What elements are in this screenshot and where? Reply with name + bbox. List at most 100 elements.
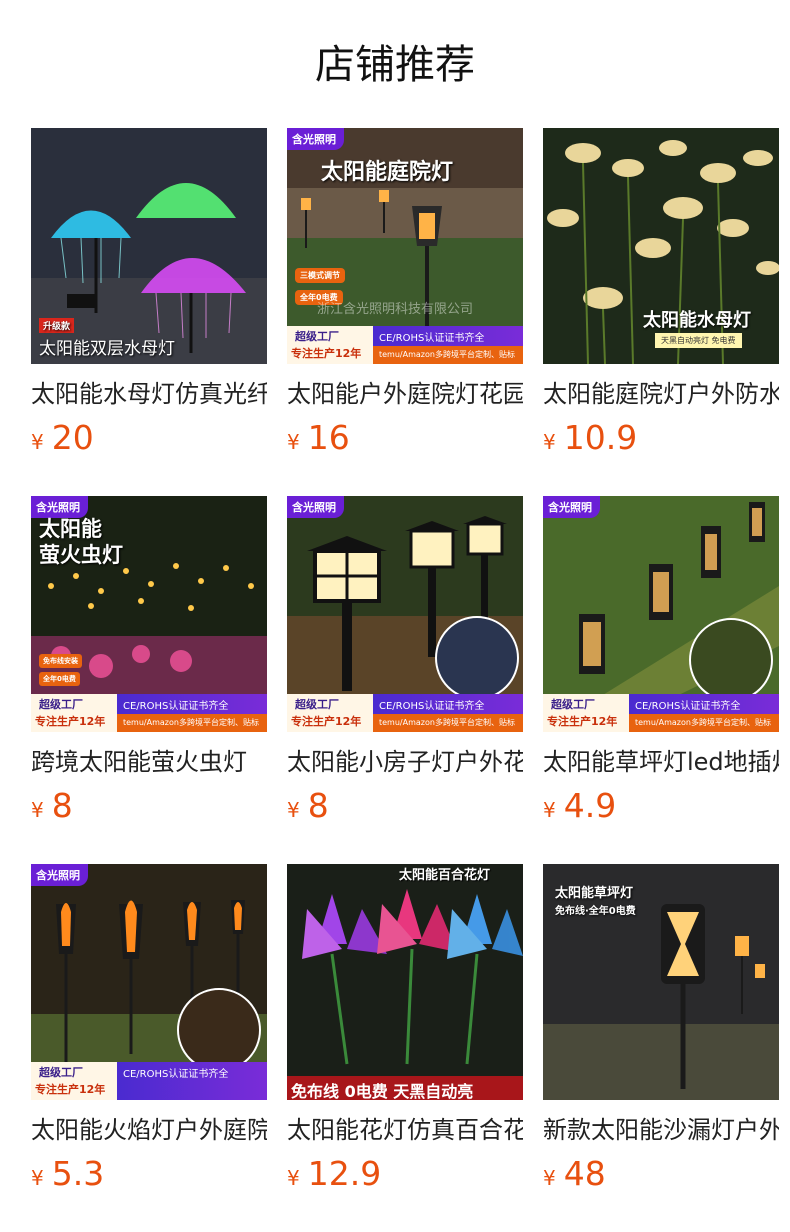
product-card[interactable]: 含光照明 太阳能 萤火虫灯 免布线安装 全年0电费 超级工厂专注生产12年 CE… [31,496,267,826]
product-card[interactable]: 太阳能百合花灯 免布线 0电费 天黑自动亮 太阳能花灯仿真百合花灯 ¥12.9 [287,864,523,1194]
detail-inset [689,618,773,702]
product-price: ¥5.3 [31,1154,267,1194]
platform-text: temu/Amazon多跨境平台定制、贴标 [629,714,779,732]
factory-years: 专注生产12年 [35,1083,106,1096]
brand-tag: 含光照明 [31,864,88,886]
brand-tag: 含光照明 [543,496,600,518]
factory-banner: 超级工厂专注生产12年 CE/ROHS认证证书齐全 [31,1062,267,1100]
lily-lamp-illustration [287,864,523,1100]
platform-text: temu/Amazon多跨境平台定制、贴标 [373,346,523,364]
product-name[interactable]: 太阳能草坪灯led地插灯 [543,746,779,778]
product-card[interactable]: 含光照明 超级工厂专注生产12年 CE/ROHS认证证书齐全 太阳能火焰灯户外庭… [31,864,267,1194]
feature-chip: 三模式调节 [295,268,345,283]
product-price: ¥48 [543,1154,779,1194]
product-image[interactable]: 太阳能百合花灯 免布线 0电费 天黑自动亮 [287,864,523,1100]
product-image[interactable]: 含光照明 超级工厂专注生产12年 CE/ROHS认证证书齐全 temu/Amazo… [287,496,523,732]
product-image[interactable]: 太阳能水母灯 天黑自动亮灯 免电费 [543,128,779,364]
product-name[interactable]: 太阳能庭院灯户外防水 [543,378,779,410]
product-price: ¥20 [31,418,267,458]
product-price: ¥4.9 [543,786,779,826]
product-name[interactable]: 新款太阳能沙漏灯户外花 [543,1114,779,1146]
price-value: 8 [51,786,73,825]
product-price: ¥10.9 [543,418,779,458]
price-value: 4.9 [563,786,617,825]
currency-symbol: ¥ [31,1166,44,1190]
price-value: 8 [307,786,329,825]
detail-inset [177,988,261,1072]
cert-text: CE/ROHS认证证书齐全 [123,1069,229,1080]
platform-text: temu/Amazon多跨境平台定制、贴标 [373,714,523,732]
brand-tag: 含光照明 [287,128,344,150]
product-card[interactable]: 含光照明 太阳能庭院灯 三模式调节 全年0电费 浙江含光照明科技有限公司 超级工… [287,128,523,458]
product-image[interactable]: 含光照明 太阳能庭院灯 三模式调节 全年0电费 浙江含光照明科技有限公司 超级工… [287,128,523,364]
product-badge: 升级款 [39,318,75,333]
factory-label: 超级工厂 [295,330,339,343]
currency-symbol: ¥ [287,1166,300,1190]
factory-label: 超级工厂 [39,1066,83,1079]
factory-years: 专注生产12年 [291,347,362,360]
detail-inset [435,616,519,700]
cert-text: CE/ROHS认证证书齐全 [123,701,229,712]
product-name[interactable]: 太阳能水母灯仿真光纤 [31,378,267,410]
cert-text: CE/ROHS认证证书齐全 [379,701,485,712]
image-caption: 太阳能百合花灯 [399,868,491,883]
factory-years: 专注生产12年 [35,715,106,728]
product-card[interactable]: 升级款 太阳能双层水母灯 太阳能水母灯仿真光纤 ¥20 [31,128,267,458]
currency-symbol: ¥ [31,430,44,454]
product-name[interactable]: 太阳能户外庭院灯花园 [287,378,523,410]
product-image[interactable]: 含光照明 超级工厂专注生产12年 CE/ROHS认证证书齐全 [31,864,267,1100]
factory-years: 专注生产12年 [291,715,362,728]
image-subtitle: 免布线·全年0电费 [555,906,636,917]
watermark: 浙江含光照明科技有限公司 [317,302,474,317]
product-image[interactable]: 含光照明 超级工厂专注生产12年 CE/ROHS认证证书齐全 temu/Amazo… [543,496,779,732]
product-name[interactable]: 太阳能小房子灯户外花园 [287,746,523,778]
cert-text: CE/ROHS认证证书齐全 [635,701,741,712]
product-grid: 升级款 太阳能双层水母灯 太阳能水母灯仿真光纤 ¥20 含光照明 太阳能庭院灯 … [0,0,790,1232]
brand-tag: 含光照明 [31,496,88,518]
cert-text: CE/ROHS认证证书齐全 [379,333,485,344]
currency-symbol: ¥ [287,430,300,454]
product-name[interactable]: 太阳能花灯仿真百合花灯 [287,1114,523,1146]
brand-tag: 含光照明 [287,496,344,518]
image-caption: 太阳能 萤火虫灯 [39,517,123,567]
factory-banner: 超级工厂专注生产12年 CE/ROHS认证证书齐全 temu/Amazon多跨境平… [31,694,267,732]
product-card[interactable]: 含光照明 超级工厂专注生产12年 CE/ROHS认证证书齐全 temu/Amazo… [287,496,523,826]
platform-text: temu/Amazon多跨境平台定制、贴标 [117,714,267,732]
product-price: ¥8 [287,786,523,826]
factory-banner: 超级工厂专注生产12年 CE/ROHS认证证书齐全 temu/Amazon多跨境平… [287,694,523,732]
product-card[interactable]: 太阳能水母灯 天黑自动亮灯 免电费 太阳能庭院灯户外防水 ¥10.9 [543,128,779,458]
image-caption: 太阳能水母灯 [643,310,751,331]
product-price: ¥8 [31,786,267,826]
currency-symbol: ¥ [543,1166,556,1190]
factory-years: 专注生产12年 [547,715,618,728]
product-image[interactable]: 升级款 太阳能双层水母灯 [31,128,267,364]
feature-chip: 免布线安装 [39,654,82,668]
image-subtitle: 天黑自动亮灯 免电费 [655,333,742,348]
price-value: 5.3 [51,1154,105,1193]
image-bottom-text: 免布线 0电费 天黑自动亮 [291,1082,474,1100]
product-card[interactable]: 含光照明 超级工厂专注生产12年 CE/ROHS认证证书齐全 temu/Amazo… [543,496,779,826]
image-caption: 太阳能庭院灯 [321,160,454,185]
price-value: 48 [563,1154,606,1193]
image-caption: 太阳能双层水母灯 [39,339,175,359]
factory-label: 超级工厂 [295,698,339,711]
product-price: ¥12.9 [287,1154,523,1194]
product-image[interactable]: 太阳能草坪灯 免布线·全年0电费 [543,864,779,1100]
currency-symbol: ¥ [287,798,300,822]
factory-label: 超级工厂 [39,698,83,711]
price-value: 16 [307,418,350,457]
currency-symbol: ¥ [543,430,556,454]
currency-symbol: ¥ [543,798,556,822]
image-caption: 太阳能草坪灯 [555,886,634,901]
factory-label: 超级工厂 [551,698,595,711]
product-name[interactable]: 跨境太阳能萤火虫灯 [31,746,267,778]
price-value: 20 [51,418,94,457]
product-card[interactable]: 太阳能草坪灯 免布线·全年0电费 新款太阳能沙漏灯户外花 ¥48 [543,864,779,1194]
factory-banner: 超级工厂专注生产12年 CE/ROHS认证证书齐全 temu/Amazon多跨境平… [287,326,523,364]
product-image[interactable]: 含光照明 太阳能 萤火虫灯 免布线安装 全年0电费 超级工厂专注生产12年 CE… [31,496,267,732]
feature-chip: 全年0电费 [39,672,80,686]
price-value: 10.9 [563,418,638,457]
price-value: 12.9 [307,1154,382,1193]
product-name[interactable]: 太阳能火焰灯户外庭院灯 [31,1114,267,1146]
factory-banner: 超级工厂专注生产12年 CE/ROHS认证证书齐全 temu/Amazon多跨境平… [543,694,779,732]
